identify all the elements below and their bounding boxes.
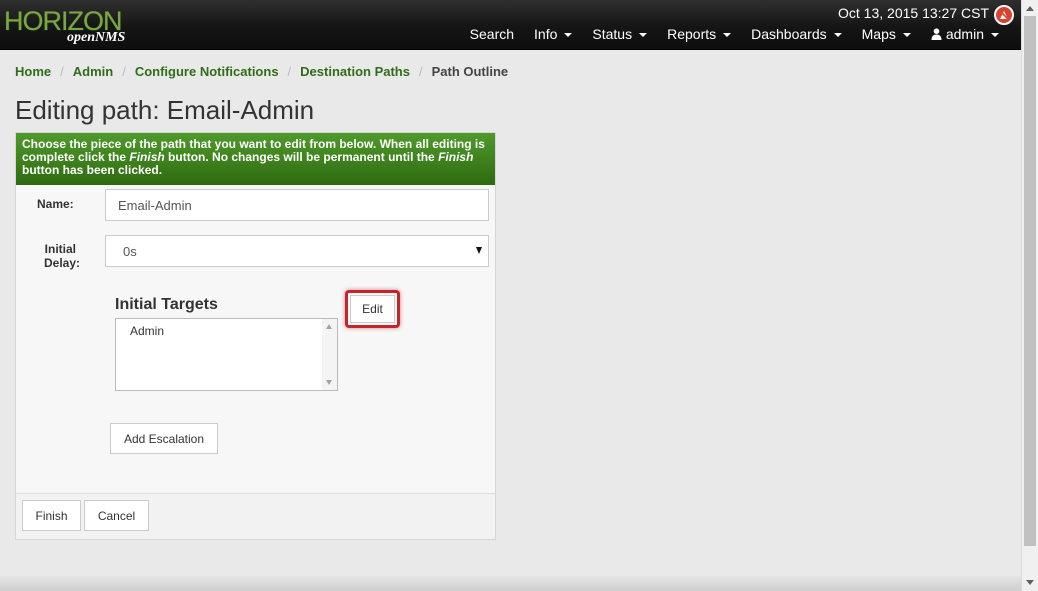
instructions-finish-emphasis: Finish [438,150,474,164]
name-input-value: Email-Admin [118,198,192,213]
nav-maps-label: Maps [861,26,896,42]
nav-dashboards[interactable]: Dashboards [741,24,852,44]
instructions-text: button has been clicked. [22,163,163,177]
nav-reports[interactable]: Reports [657,24,741,44]
initial-targets-heading: Initial Targets [115,296,218,313]
caret-down-icon [564,33,573,37]
dropdown-arrow-icon [476,247,482,254]
notification-icon[interactable] [994,5,1014,25]
initial-delay-value: 0s [123,244,137,259]
top-navbar: HORIZON openNMS Oct 13, 2015 13:27 CST S… [0,0,1021,50]
nav-status-label: Status [592,26,633,42]
nav-maps[interactable]: Maps [852,24,921,44]
caret-down-icon [833,33,842,37]
breadcrumb-destination-paths[interactable]: Destination Paths [300,64,410,79]
caret-down-icon [723,33,732,37]
nav-dashboards-label: Dashboards [751,26,827,42]
listbox-scrollbar[interactable] [322,319,337,390]
edit-path-panel: Choose the piece of the path that you wa… [15,132,496,540]
page-footer-band [0,576,1021,591]
nav-reports-label: Reports [667,26,717,42]
breadcrumb-admin[interactable]: Admin [73,64,113,79]
name-label: Name: [37,197,74,211]
breadcrumb-separator: / [60,64,64,79]
nav-status[interactable]: Status [582,24,657,44]
breadcrumb-home[interactable]: Home [15,64,51,79]
initial-delay-label-line1: Initial [44,242,76,256]
breadcrumb: Home / Admin / Configure Notifications /… [15,64,508,79]
nav-user-menu[interactable]: admin [921,24,1009,44]
nav-search-label: Search [469,26,515,42]
finish-button[interactable]: Finish [22,500,81,531]
caret-down-icon [639,33,648,37]
name-input[interactable]: Email-Admin [105,189,489,221]
instructions-text: button. No changes will be permanent unt… [164,150,439,164]
initial-targets-listbox[interactable]: Admin [115,318,338,391]
scrollbar-thumb[interactable] [1024,16,1036,546]
breadcrumb-separator: / [122,64,126,79]
list-item[interactable]: Admin [116,319,337,343]
datetime-display: Oct 13, 2015 13:27 CST [838,5,989,21]
initial-delay-select[interactable]: 0s [105,235,489,267]
cancel-button[interactable]: Cancel [84,500,149,531]
add-escalation-button[interactable]: Add Escalation [110,423,218,454]
breadcrumb-separator: / [418,64,423,79]
page-scrollbar[interactable] [1021,0,1038,591]
opennms-logo[interactable]: HORIZON openNMS [4,4,134,46]
initial-delay-label-line2: Delay: [44,256,81,270]
logo-opennms-text: openNMS [67,30,126,45]
caret-down-icon [902,33,911,37]
nav-info-label: Info [534,26,558,42]
edit-targets-button[interactable]: Edit [350,295,395,323]
instructions-finish-emphasis: Finish [129,150,165,164]
nav-info[interactable]: Info [524,24,582,44]
main-nav-menu: Search Info Status Reports Dashboards Ma… [460,24,1009,44]
initial-delay-label: Initial Delay: [44,242,81,270]
user-icon [931,28,942,40]
nav-search[interactable]: Search [460,24,524,44]
panel-footer: Finish Cancel [16,493,495,539]
breadcrumb-configure-notifications[interactable]: Configure Notifications [135,64,279,79]
panel-heading-instructions: Choose the piece of the path that you wa… [16,133,495,185]
scroll-up-arrow-icon[interactable] [1026,6,1034,11]
page-title: Editing path: Email-Admin [15,95,315,125]
caret-down-icon [991,33,999,37]
scroll-down-arrow-icon[interactable] [1026,580,1034,585]
breadcrumb-separator: / [287,64,292,79]
breadcrumb-path-outline: Path Outline [431,64,509,79]
scroll-up-arrow-icon[interactable] [326,324,332,329]
scroll-down-arrow-icon[interactable] [326,380,332,385]
nav-user-label: admin [945,26,984,42]
